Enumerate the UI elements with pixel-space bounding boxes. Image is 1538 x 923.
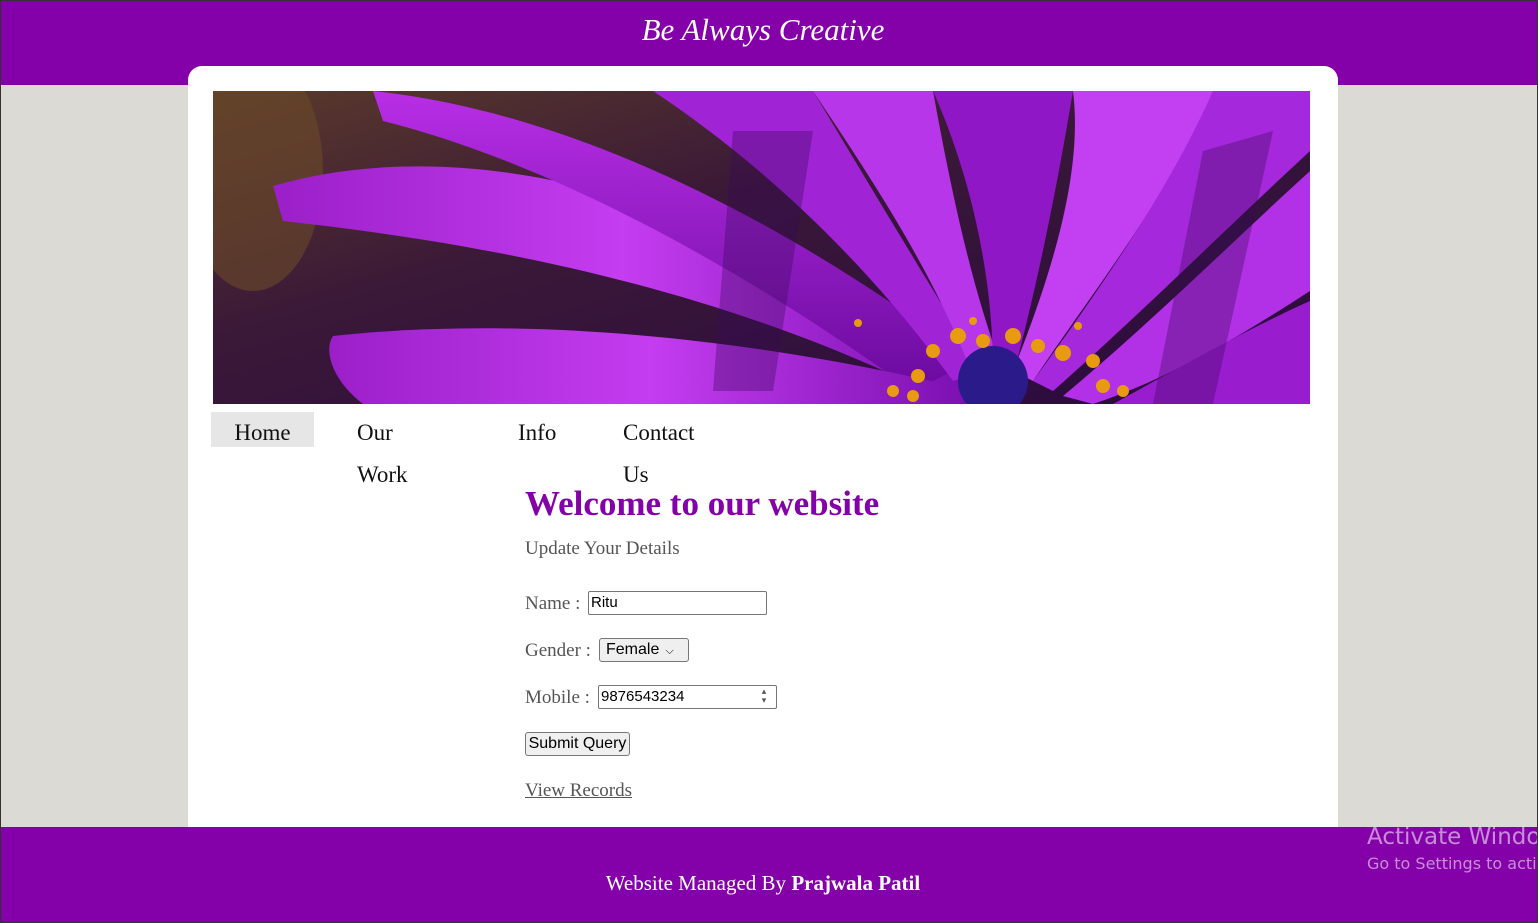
mobile-input[interactable]: 9876543234 ▴ ▾ (598, 685, 777, 709)
mobile-label: Mobile : (525, 686, 590, 708)
name-input[interactable]: Ritu (588, 591, 767, 615)
update-details-subtitle: Update Your Details (525, 538, 680, 559)
gender-selected-value: Female (606, 641, 660, 658)
nav-our-work[interactable]: Our Work (357, 412, 408, 487)
name-label: Name : (525, 592, 581, 614)
footer: Website Managed By Prajwala Patil (0, 827, 1538, 923)
banner-image (213, 91, 1310, 404)
chevron-down-icon: ⌵ (665, 645, 674, 657)
site-title: Be Always Creative (641, 12, 885, 47)
mobile-value: 9876543234 (601, 688, 685, 705)
view-records-link[interactable]: View Records (525, 780, 632, 802)
mobile-row: Mobile : (525, 686, 590, 709)
watermark-line1: Activate Windows (1367, 824, 1538, 850)
number-spinner-icon[interactable]: ▴ ▾ (756, 688, 772, 708)
nav-home[interactable]: Home (211, 412, 314, 447)
welcome-heading: Welcome to our website (525, 484, 880, 523)
name-row: Name : (525, 592, 580, 615)
activate-windows-watermark: Activate Windows Go to Settings to activ… (1367, 824, 1538, 873)
watermark-line2: Go to Settings to activate Windows. (1367, 854, 1538, 873)
gender-select[interactable]: Female ⌵ (599, 638, 689, 662)
footer-credit: Website Managed By Prajwala Patil (0, 871, 1526, 896)
nav-contact-us[interactable]: Contact Us (623, 412, 695, 487)
gender-row: Gender : (525, 639, 591, 662)
gender-label: Gender : (525, 639, 591, 661)
submit-query-button[interactable]: Submit Query (525, 732, 630, 756)
footer-prefix: Website Managed By (605, 871, 787, 895)
footer-author: Prajwala Patil (791, 871, 921, 895)
nav-info[interactable]: Info (518, 412, 556, 447)
